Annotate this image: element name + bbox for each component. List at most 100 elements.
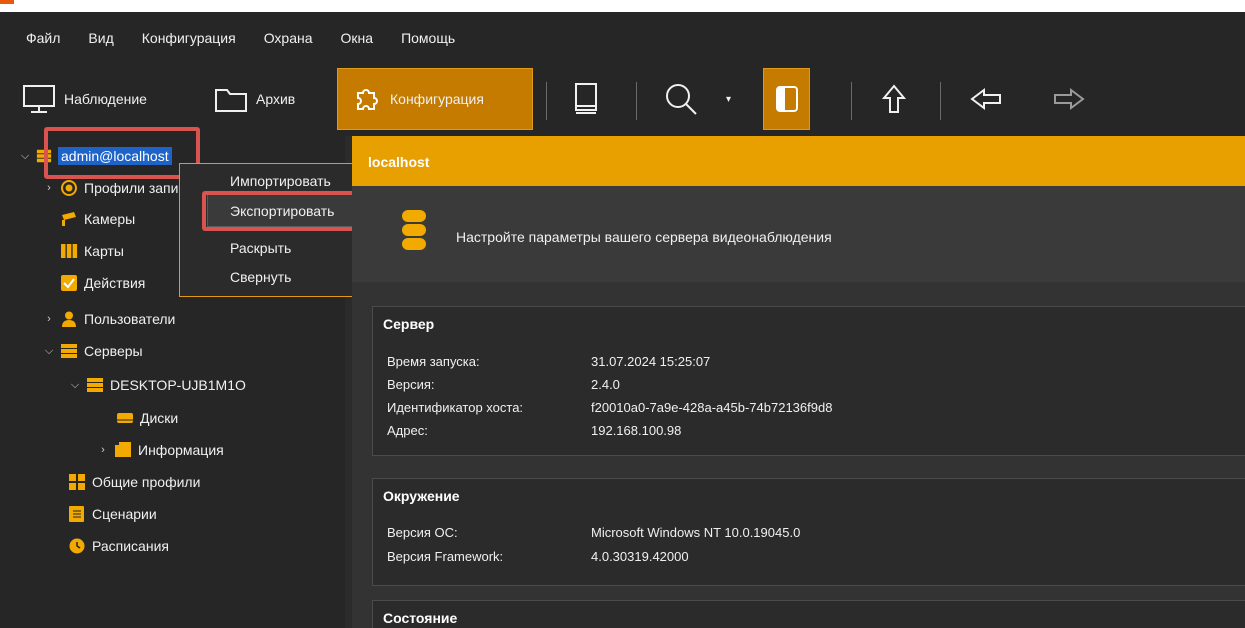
panel-toggle-button[interactable]: [763, 68, 810, 130]
root-highlight-box: [44, 127, 200, 179]
tree-item-label: Пользователи: [84, 311, 176, 327]
info-key: Версия ОС:: [387, 525, 458, 540]
tree-item-disks[interactable]: Диски: [116, 406, 178, 430]
info-value: f20010a0-7a9e-428a-a45b-74b72136f9d8: [591, 400, 833, 415]
tree-item-label: Информация: [138, 442, 224, 458]
server-icon: [402, 210, 426, 250]
panel-icon: [775, 86, 798, 112]
menu-bar: Файл Вид Конфигурация Охрана Окна Помощь: [0, 12, 1245, 64]
menu-configuration[interactable]: Конфигурация: [142, 30, 236, 46]
toolbar-separator: [636, 82, 637, 120]
app-logo-icon: [0, 0, 14, 4]
server-icon: [87, 378, 103, 392]
book-button[interactable]: [573, 68, 607, 130]
tree-item-label: Расписания: [92, 538, 169, 554]
tree-item-shared-profiles[interactable]: Общие профили: [68, 470, 200, 494]
search-icon: [666, 84, 697, 115]
monitoring-button[interactable]: Наблюдение: [22, 68, 147, 130]
tree-item-label: Профили записи: [84, 180, 194, 196]
monitoring-label: Наблюдение: [64, 91, 147, 107]
tree-item-maps[interactable]: Карты: [60, 239, 124, 263]
configuration-label: Конфигурация: [390, 91, 484, 107]
panel-title: Окружение: [383, 488, 460, 504]
chevron-right-icon[interactable]: ›: [42, 182, 56, 194]
tree-item-label: Карты: [84, 243, 124, 259]
monitor-icon: [23, 85, 55, 113]
folder-icon: [215, 89, 247, 112]
info-value: 4.0.30319.42000: [591, 549, 689, 564]
script-icon: [69, 506, 84, 522]
tree-item-label: Действия: [84, 275, 146, 291]
window-titlebar: [0, 0, 1245, 12]
description-text: Настройте параметры вашего сервера видео…: [456, 229, 832, 245]
info-key: Идентификатор хоста:: [387, 400, 524, 415]
chevron-right-icon[interactable]: ›: [42, 313, 56, 325]
content-header: localhost: [352, 136, 1245, 186]
tree-item-label: DESKTOP-UJB1M1O: [110, 377, 246, 393]
chevron-down-icon[interactable]: ⌵: [42, 345, 56, 358]
tree-item-schedules[interactable]: Расписания: [68, 534, 169, 558]
info-value: 2.4.0: [591, 377, 620, 392]
tree-item-label: Диски: [140, 410, 179, 426]
tree-item-cameras[interactable]: Камеры: [60, 207, 135, 231]
tree-item-label: Камеры: [84, 211, 136, 227]
server-panel: Сервер Время запуска: 31.07.2024 15:25:0…: [372, 306, 1245, 456]
content-panel: localhost Настройте параметры вашего сер…: [352, 136, 1245, 628]
chevron-down-icon[interactable]: ⌵: [18, 150, 32, 163]
info-key: Версия Framework:: [387, 549, 504, 564]
info-value: 31.07.2024 15:25:07: [591, 354, 711, 369]
panel-title: Сервер: [383, 316, 435, 332]
toolbar-separator: [546, 82, 547, 120]
state-panel: Состояние: [372, 600, 1245, 628]
up-button[interactable]: [882, 68, 914, 130]
record-icon: [61, 180, 77, 196]
toolbar-separator: [940, 82, 941, 120]
tree-item-servers[interactable]: ⌵ Серверы: [42, 339, 143, 363]
tree-item-recording-profiles[interactable]: › Профили записи: [42, 176, 193, 200]
tree-item-users[interactable]: › Пользователи: [42, 307, 175, 331]
configuration-button[interactable]: Конфигурация: [337, 68, 533, 130]
info-value: 192.168.100.98: [591, 423, 682, 438]
context-expand[interactable]: Раскрыть: [230, 240, 291, 256]
toolbar: Наблюдение Архив Конфигурация ▾: [0, 64, 1245, 136]
user-icon: [62, 311, 76, 327]
menu-security[interactable]: Охрана: [264, 30, 313, 46]
back-button[interactable]: [970, 68, 1010, 130]
context-collapse[interactable]: Свернуть: [230, 269, 291, 285]
archive-button[interactable]: Архив: [214, 68, 295, 130]
menu-view[interactable]: Вид: [88, 30, 113, 46]
menu-help[interactable]: Помощь: [401, 30, 455, 46]
tree-item-scenarios[interactable]: Сценарии: [68, 502, 157, 526]
forward-button[interactable]: [1053, 68, 1093, 130]
arrow-right-icon: [1054, 88, 1085, 110]
tree-item-information[interactable]: › Информация: [96, 438, 224, 462]
arrow-left-icon: [970, 88, 1001, 110]
caret-down-icon: ▾: [726, 93, 732, 105]
export-highlight-box: [202, 191, 370, 231]
chevron-down-icon[interactable]: ⌵: [68, 379, 82, 392]
content-description: Настройте параметры вашего сервера видео…: [352, 186, 1245, 282]
map-icon: [61, 244, 78, 258]
toolbar-separator: [851, 82, 852, 120]
tree-item-label: Сценарии: [92, 506, 157, 522]
camera-icon: [62, 212, 76, 226]
context-import[interactable]: Импортировать: [230, 173, 331, 189]
clock-icon: [69, 538, 85, 554]
search-dropdown[interactable]: ▾: [726, 68, 731, 130]
checkbox-icon: [61, 275, 77, 291]
info-value: Microsoft Windows NT 10.0.19045.0: [591, 525, 801, 540]
menu-windows[interactable]: Окна: [341, 30, 374, 46]
menu-file[interactable]: Файл: [26, 30, 60, 46]
info-key: Адрес:: [387, 423, 428, 438]
server-icon: [61, 344, 77, 358]
archive-label: Архив: [256, 91, 296, 107]
tree-item-actions[interactable]: Действия: [60, 271, 145, 295]
environment-panel: Окружение Версия ОС: Microsoft Windows N…: [372, 478, 1245, 586]
tree-item-label: Серверы: [84, 343, 143, 359]
search-button[interactable]: [664, 68, 706, 130]
info-key: Версия:: [387, 377, 435, 392]
puzzle-icon: [357, 89, 378, 110]
profiles-icon: [69, 474, 85, 490]
chevron-right-icon[interactable]: ›: [96, 444, 110, 456]
tree-item-server-desktop[interactable]: ⌵ DESKTOP-UJB1M1O: [68, 373, 246, 397]
